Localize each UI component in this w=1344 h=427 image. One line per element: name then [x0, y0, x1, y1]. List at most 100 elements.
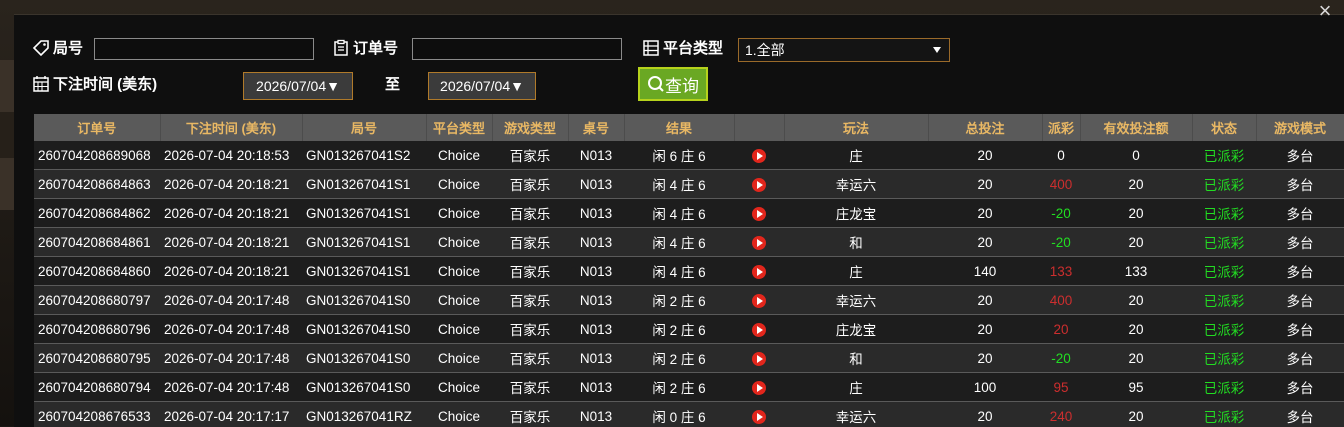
cell-platform: Choice: [426, 344, 492, 373]
cell-replay[interactable]: [734, 373, 784, 402]
table-header-row: 订单号 下注时间 (美东) 局号 平台类型 游戏类型 桌号 结果 玩法 总投注 …: [34, 114, 1344, 141]
cell-valid: 20: [1080, 315, 1192, 344]
play-icon[interactable]: [752, 207, 766, 221]
play-icon[interactable]: [752, 323, 766, 337]
table-body: 2607042086890682026-07-04 20:18:53GN0132…: [34, 141, 1344, 427]
cell-result: 闲 4 庄 6: [624, 228, 734, 257]
col-platform[interactable]: 平台类型: [426, 114, 492, 141]
cell-round: GN013267041S0: [302, 373, 426, 402]
cell-game: 百家乐: [492, 199, 568, 228]
col-payout[interactable]: 派彩: [1042, 114, 1080, 141]
play-icon[interactable]: [752, 352, 766, 366]
play-icon[interactable]: [752, 236, 766, 250]
cell-status: 已派彩: [1192, 286, 1256, 315]
cell-replay[interactable]: [734, 402, 784, 427]
list-icon: [642, 39, 660, 57]
cell-replay[interactable]: [734, 170, 784, 199]
cell-game: 百家乐: [492, 257, 568, 286]
cell-replay[interactable]: [734, 257, 784, 286]
cell-platform: Choice: [426, 373, 492, 402]
table-row[interactable]: 2607042086807962026-07-04 20:17:48GN0132…: [34, 315, 1344, 344]
round-input[interactable]: [94, 38, 314, 60]
cell-result: 闲 2 庄 6: [624, 373, 734, 402]
cell-payout: 400: [1042, 170, 1080, 199]
dropdown-arrow-icon: ▼: [510, 78, 524, 94]
play-icon[interactable]: [752, 149, 766, 163]
cell-mode: 多台: [1256, 344, 1344, 373]
col-order[interactable]: 订单号: [34, 114, 160, 141]
cell-game: 百家乐: [492, 286, 568, 315]
cell-mode: 多台: [1256, 315, 1344, 344]
col-round[interactable]: 局号: [302, 114, 426, 141]
clipboard-icon: [332, 39, 350, 57]
play-icon[interactable]: [752, 294, 766, 308]
col-valid[interactable]: 有效投注额: [1080, 114, 1192, 141]
col-table-no[interactable]: 桌号: [568, 114, 624, 141]
order-input[interactable]: [412, 38, 622, 60]
cell-platform: Choice: [426, 286, 492, 315]
cell-play: 庄: [784, 373, 928, 402]
cell-round: GN013267041S0: [302, 286, 426, 315]
cell-bet: 100: [928, 373, 1042, 402]
cell-status: 已派彩: [1192, 199, 1256, 228]
cell-order: 260704208684860: [34, 257, 160, 286]
table-row[interactable]: 2607042086848622026-07-04 20:18:21GN0132…: [34, 199, 1344, 228]
cell-order: 260704208684861: [34, 228, 160, 257]
cell-table-no: N013: [568, 315, 624, 344]
cell-game: 百家乐: [492, 373, 568, 402]
cell-time: 2026-07-04 20:18:21: [160, 199, 302, 228]
table-row[interactable]: 2607042086890682026-07-04 20:18:53GN0132…: [34, 141, 1344, 170]
cell-payout: 20: [1042, 315, 1080, 344]
cell-platform: Choice: [426, 170, 492, 199]
cell-play: 庄龙宝: [784, 199, 928, 228]
play-icon[interactable]: [752, 178, 766, 192]
table-row[interactable]: 2607042086807952026-07-04 20:17:48GN0132…: [34, 344, 1344, 373]
cell-time: 2026-07-04 20:17:48: [160, 315, 302, 344]
cell-order: 260704208684862: [34, 199, 160, 228]
cell-replay[interactable]: [734, 228, 784, 257]
col-time[interactable]: 下注时间 (美东): [160, 114, 302, 141]
table-row[interactable]: 2607042086765332026-07-04 20:17:17GN0132…: [34, 402, 1344, 427]
order-label: 订单号: [332, 37, 398, 58]
cell-platform: Choice: [426, 199, 492, 228]
cell-platform: Choice: [426, 315, 492, 344]
cell-bet: 20: [928, 170, 1042, 199]
table-row[interactable]: 2607042086848632026-07-04 20:18:21GN0132…: [34, 170, 1344, 199]
cell-mode: 多台: [1256, 373, 1344, 402]
cell-replay[interactable]: [734, 199, 784, 228]
table-row[interactable]: 2607042086807942026-07-04 20:17:48GN0132…: [34, 373, 1344, 402]
table-row[interactable]: 2607042086807972026-07-04 20:17:48GN0132…: [34, 286, 1344, 315]
table-row[interactable]: 2607042086848602026-07-04 20:18:21GN0132…: [34, 257, 1344, 286]
date-from-picker[interactable]: 2026/07/04▼: [243, 72, 353, 100]
col-status[interactable]: 状态: [1192, 114, 1256, 141]
cell-payout: 400: [1042, 286, 1080, 315]
cell-replay[interactable]: [734, 141, 784, 170]
cell-status: 已派彩: [1192, 373, 1256, 402]
cell-time: 2026-07-04 20:18:21: [160, 170, 302, 199]
cell-mode: 多台: [1256, 141, 1344, 170]
platform-select[interactable]: 1.全部: [738, 38, 950, 62]
query-button[interactable]: 查询: [638, 67, 708, 101]
date-to-picker[interactable]: 2026/07/04▼: [428, 72, 536, 100]
cell-time: 2026-07-04 20:17:48: [160, 373, 302, 402]
cell-result: 闲 6 庄 6: [624, 141, 734, 170]
col-replay: [734, 114, 784, 141]
cell-game: 百家乐: [492, 228, 568, 257]
col-mode[interactable]: 游戏模式: [1256, 114, 1344, 141]
cell-status: 已派彩: [1192, 344, 1256, 373]
table-row[interactable]: 2607042086848612026-07-04 20:18:21GN0132…: [34, 228, 1344, 257]
cell-replay[interactable]: [734, 344, 784, 373]
col-result[interactable]: 结果: [624, 114, 734, 141]
col-bet[interactable]: 总投注: [928, 114, 1042, 141]
play-icon[interactable]: [752, 265, 766, 279]
cell-replay[interactable]: [734, 315, 784, 344]
date-from-value: 2026/07/04: [256, 78, 326, 94]
cell-status: 已派彩: [1192, 228, 1256, 257]
col-game[interactable]: 游戏类型: [492, 114, 568, 141]
play-icon[interactable]: [752, 410, 766, 424]
play-icon[interactable]: [752, 381, 766, 395]
platform-label-text: 平台类型: [663, 37, 723, 58]
cell-valid: 95: [1080, 373, 1192, 402]
col-play[interactable]: 玩法: [784, 114, 928, 141]
cell-replay[interactable]: [734, 286, 784, 315]
